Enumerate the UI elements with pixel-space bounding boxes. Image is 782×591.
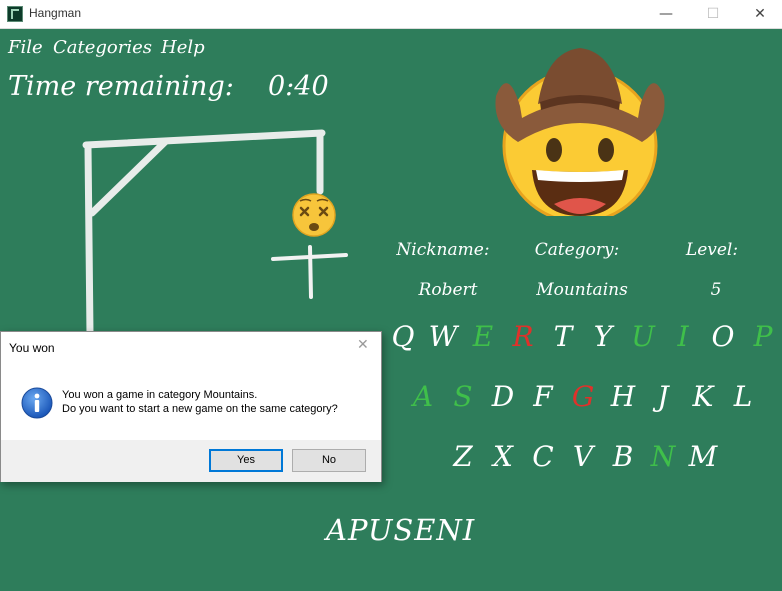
nickname-label: Nickname: [396,240,490,260]
letter-key-f[interactable]: F [525,380,561,413]
timer-value: 0:40 [268,71,329,102]
letter-key-y[interactable]: Y [585,320,621,353]
hanged-body [308,245,313,299]
letter-key-o[interactable]: O [705,320,741,353]
dialog-message-line2: Do you want to start a new game on the s… [62,403,338,415]
gallows-post [84,143,94,338]
letter-key-l[interactable]: L [725,380,761,413]
letter-key-a[interactable]: A [405,380,441,413]
dialog-title: You won [9,341,55,355]
maximize-button[interactable]: ☐ [690,0,736,28]
category-value: Mountains [536,280,628,300]
window-title: Hangman [29,6,82,20]
letter-key-m[interactable]: M [685,440,721,473]
gallows-beam [82,129,326,149]
letter-key-u[interactable]: U [625,320,661,353]
dizzy-face-icon [292,193,336,237]
you-won-dialog: You won ✕ You won a game in category Mou… [0,331,382,482]
information-icon [21,387,53,419]
menu-file[interactable]: File [8,37,43,58]
letter-key-c[interactable]: C [525,440,561,473]
letter-key-t[interactable]: T [545,320,581,353]
letter-key-k[interactable]: K [685,380,721,413]
letter-key-p[interactable]: P [745,320,781,353]
letter-key-w[interactable]: W [425,320,461,353]
letter-key-x[interactable]: X [485,440,521,473]
dialog-message-line1: You won a game in category Mountains. [62,389,258,401]
gallows-brace [88,137,170,217]
nickname-value: Robert [418,280,478,300]
letter-key-e[interactable]: E [465,320,501,353]
letter-key-s[interactable]: S [445,380,481,413]
letter-key-r[interactable]: R [505,320,541,353]
close-button[interactable]: ✕ [737,0,782,28]
letter-key-j[interactable]: J [645,380,681,413]
timer-label: Time remaining: [8,71,234,102]
letter-key-d[interactable]: D [485,380,521,413]
letter-key-i[interactable]: I [665,320,701,353]
level-value: 5 [710,280,722,300]
no-button[interactable]: No [292,449,366,472]
cowboy-hat-face-icon [495,48,665,216]
revealed-word: APUSENI [326,513,476,547]
letter-key-z[interactable]: Z [445,440,481,473]
letter-key-n[interactable]: N [645,440,681,473]
level-label: Level: [685,240,739,260]
yes-button[interactable]: Yes [209,449,283,472]
letter-key-q[interactable]: Q [385,320,421,353]
menu-categories[interactable]: Categories [53,37,152,58]
minimize-button[interactable]: — [643,0,689,28]
title-bar: Hangman — ☐ ✕ [0,0,782,29]
category-label: Category: [534,240,620,260]
letter-key-b[interactable]: B [605,440,641,473]
letter-key-h[interactable]: H [605,380,641,413]
menu-help[interactable]: Help [161,37,205,58]
letter-key-v[interactable]: V [565,440,601,473]
letter-key-g[interactable]: G [565,380,601,413]
gallows-drawing [82,129,348,338]
dialog-close-button[interactable]: ✕ [357,337,369,353]
app-icon [7,6,23,22]
game-board: File Categories Help Time remaining: 0:4… [0,29,782,591]
